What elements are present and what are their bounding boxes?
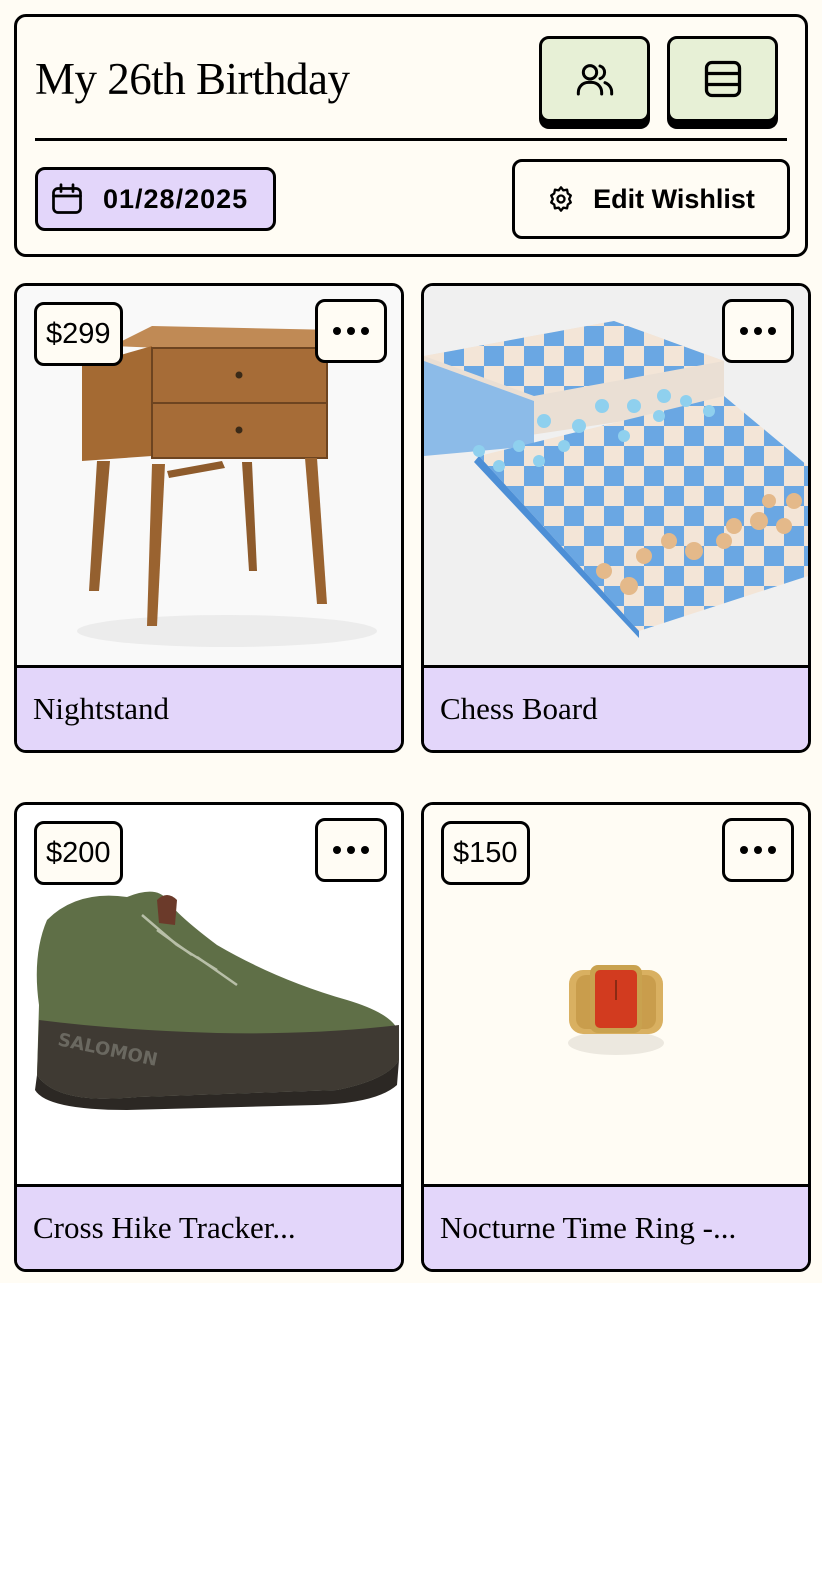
item-more-button[interactable] [722, 299, 794, 363]
event-date-chip[interactable]: 01/28/2025 [35, 167, 276, 231]
more-horizontal-icon [333, 846, 369, 854]
item-name: Chess Board [424, 668, 808, 750]
edit-wishlist-button[interactable]: Edit Wishlist [512, 159, 790, 239]
event-date: 01/28/2025 [103, 183, 249, 214]
layout-toggle-button[interactable] [667, 36, 778, 122]
more-horizontal-icon [333, 327, 369, 335]
more-horizontal-icon [740, 846, 776, 854]
wishlist-header: My 26th Birthday 01/28/2025 Edit Wishlis… [14, 14, 808, 257]
item-name: Cross Hike Tracker... [17, 1187, 401, 1269]
page-title: My 26th Birthday [35, 54, 350, 104]
wishlist-item-card[interactable]: Chess Board [421, 283, 811, 753]
item-more-button[interactable] [722, 818, 794, 882]
item-more-button[interactable] [315, 818, 387, 882]
wishlist-page: My 26th Birthday 01/28/2025 Edit Wishlis… [0, 0, 822, 1283]
wishlist-item-card[interactable]: $299 Nightstand [14, 283, 404, 753]
calendar-icon [52, 183, 82, 214]
item-more-button[interactable] [315, 299, 387, 363]
item-price: $200 [34, 821, 123, 885]
edit-wishlist-label: Edit Wishlist [593, 183, 755, 214]
wishlist-item-card[interactable]: $150 Nocturne Time Ring -... [421, 802, 811, 1272]
item-name: Nightstand [17, 668, 401, 750]
item-name: Nocturne Time Ring -... [424, 1187, 808, 1269]
item-price: $150 [441, 821, 530, 885]
friends-button[interactable] [539, 36, 650, 122]
gear-icon [550, 186, 573, 212]
rows-layout-icon [704, 60, 741, 98]
more-horizontal-icon [740, 327, 776, 335]
header-divider [35, 138, 787, 141]
wishlist-item-card[interactable]: SALOMON $200 Cross Hike Tracker... [14, 802, 404, 1272]
item-price: $299 [34, 302, 123, 366]
users-icon [576, 64, 613, 96]
